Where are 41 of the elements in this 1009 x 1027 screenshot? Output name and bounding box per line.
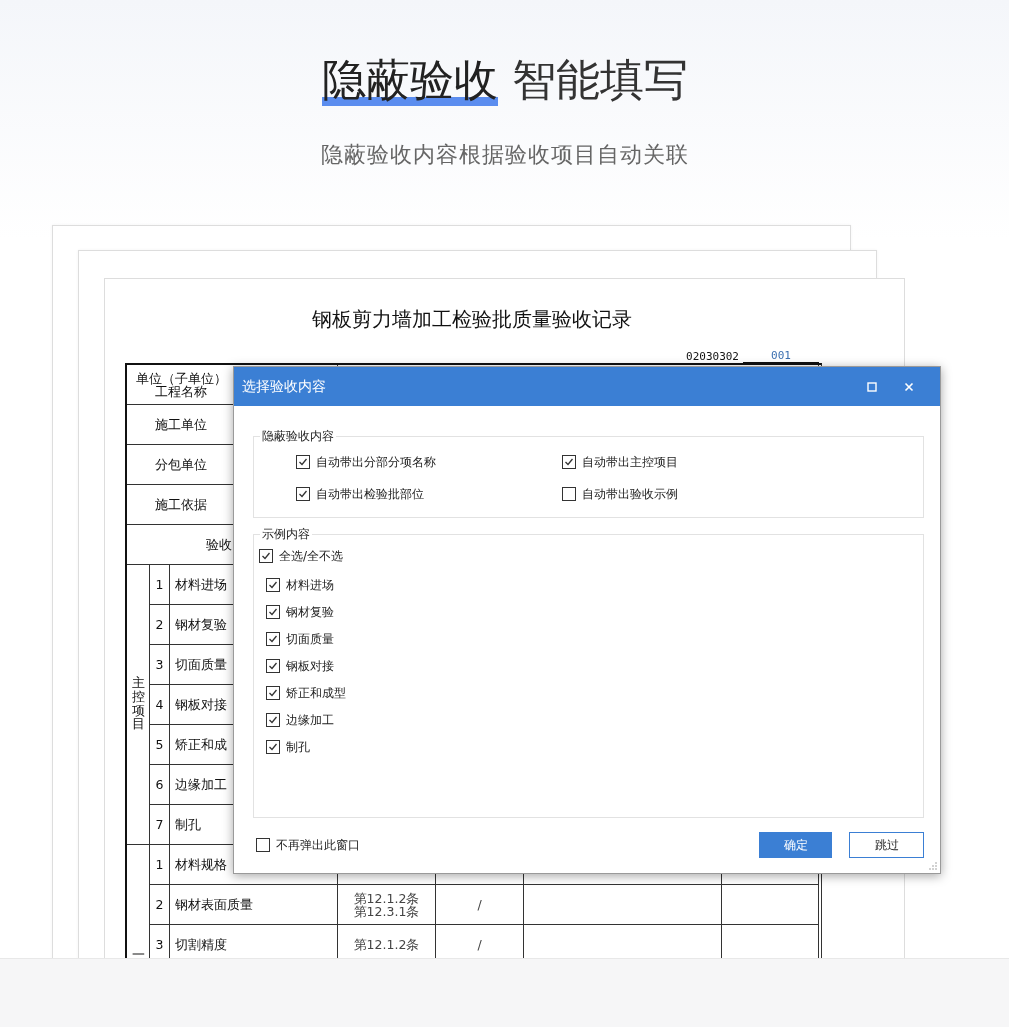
- confirm-button[interactable]: 确定: [759, 832, 832, 858]
- checkbox[interactable]: [296, 487, 310, 501]
- checkbox[interactable]: [266, 659, 280, 673]
- checkbox[interactable]: [266, 713, 280, 727]
- skip-button[interactable]: 跳过: [849, 832, 924, 858]
- checkbox[interactable]: [562, 455, 576, 469]
- row-number: 3: [150, 645, 170, 685]
- row-number: 1: [150, 565, 170, 605]
- checkbox[interactable]: [259, 549, 273, 563]
- table-cell: 钢材表面质量: [170, 885, 338, 925]
- maximize-icon: [867, 381, 877, 392]
- checkbox[interactable]: [266, 686, 280, 700]
- dialog-title-bar: 选择验收内容: [234, 367, 940, 406]
- row-number: 4: [150, 685, 170, 725]
- checkbox[interactable]: [256, 838, 270, 852]
- row-number: 6: [150, 765, 170, 805]
- row-number: 5: [150, 725, 170, 765]
- group-label: 主控项目: [127, 565, 150, 845]
- checkbox[interactable]: [296, 455, 310, 469]
- option-checkbox[interactable]: 自动带出验收示例: [562, 485, 822, 503]
- resize-grip-icon[interactable]: [929, 862, 937, 870]
- checkbox[interactable]: [266, 740, 280, 754]
- checkbox[interactable]: [266, 578, 280, 592]
- headline: 智能填写: [511, 53, 688, 107]
- group-title: 隐蔽验收内容: [261, 428, 335, 445]
- option-checkbox[interactable]: 自动带出主控项目: [562, 453, 822, 471]
- table-cell: 第12.1.2条 第12.3.1条: [338, 885, 436, 925]
- row-number: 2: [150, 605, 170, 645]
- checkbox[interactable]: [266, 632, 280, 646]
- table-cell: /: [436, 885, 524, 925]
- checkbox[interactable]: [562, 487, 576, 501]
- form-code: 02030302: [686, 350, 739, 363]
- row-number: 1: [150, 845, 170, 885]
- subtitle: 隐蔽验收内容根据验收项目自动关联: [320, 141, 689, 169]
- checkbox[interactable]: [266, 605, 280, 619]
- group-title: 示例内容: [261, 526, 311, 543]
- document-title: 钢板剪力墙加工检验批质量验收记录: [311, 306, 633, 333]
- serial-number: 001: [743, 349, 819, 363]
- close-icon: [904, 381, 914, 392]
- row-number: 7: [150, 805, 170, 845]
- row-number: 2: [150, 885, 170, 925]
